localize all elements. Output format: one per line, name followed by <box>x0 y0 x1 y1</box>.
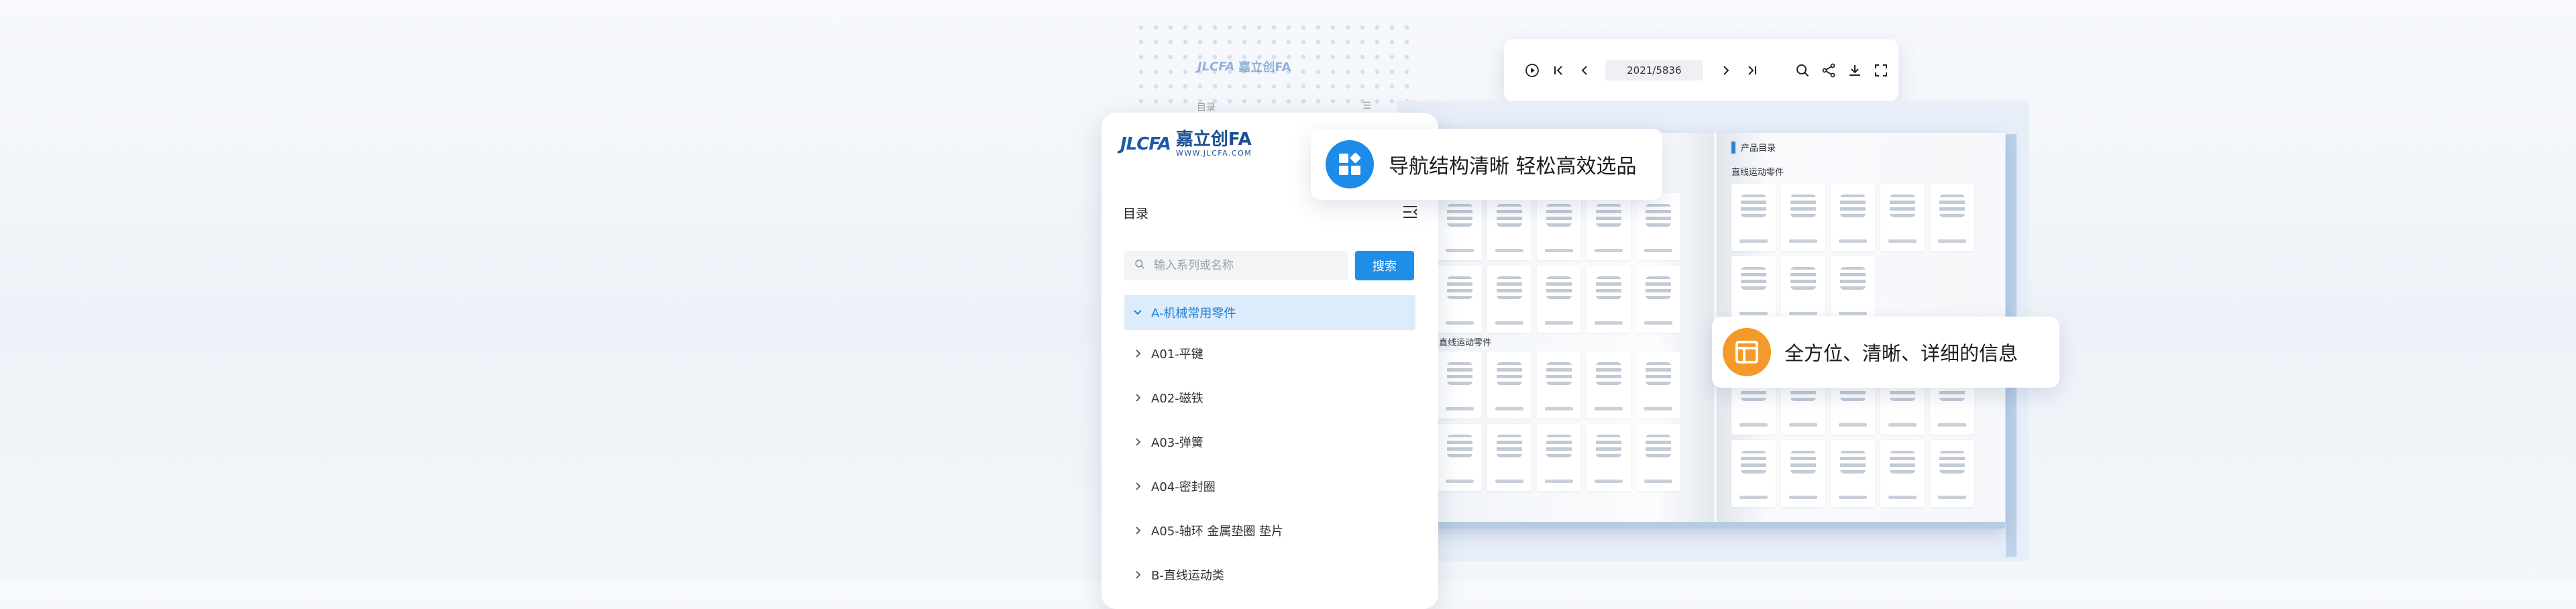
product-thumbnail <box>1487 424 1532 491</box>
product-thumbnail <box>1831 256 1875 323</box>
product-thumbnail <box>1731 184 1776 251</box>
product-thumbnail <box>1731 440 1776 507</box>
product-thumbnail <box>1587 266 1631 333</box>
search-icon <box>1134 258 1146 273</box>
product-thumbnail <box>1831 440 1875 507</box>
logo-url: WWW.JLCFA.COM <box>1175 149 1252 158</box>
navigation-feature-text: 导航结构清晰 轻松高效选品 <box>1389 155 1637 178</box>
product-thumbnail <box>1587 193 1631 260</box>
product-thumbnail <box>1537 193 1581 260</box>
toc-item-a04[interactable]: A04-密封圈 <box>1124 464 1415 508</box>
last-page-icon[interactable] <box>1744 61 1761 80</box>
play-icon[interactable] <box>1524 61 1541 80</box>
logo-mark: JLCFA <box>1120 133 1171 154</box>
product-thumbnail <box>1537 266 1581 333</box>
fullscreen-icon[interactable] <box>1872 61 1889 80</box>
product-thumbnail <box>1537 351 1581 419</box>
search-icon[interactable] <box>1794 61 1811 80</box>
product-thumbnail <box>1487 193 1532 260</box>
product-thumbnail <box>1537 424 1581 491</box>
right-page-product-grid-top <box>1731 184 1974 323</box>
product-thumbnail <box>1636 193 1680 260</box>
product-thumbnail <box>1487 266 1532 333</box>
product-thumbnail <box>1438 424 1482 491</box>
info-feature-text: 全方位、清晰、详细的信息 <box>1784 342 2019 365</box>
share-icon[interactable] <box>1820 61 1837 80</box>
toc-item-a02[interactable]: A02-磁铁 <box>1124 376 1415 420</box>
viewer-toolbar <box>1504 39 1898 102</box>
first-page-icon[interactable] <box>1550 61 1567 80</box>
chevron-down-icon <box>1132 307 1146 318</box>
toc-item-label: B-直线运动类 <box>1151 569 1224 583</box>
toc-item-a01[interactable]: A01-平键 <box>1124 331 1415 376</box>
layout-icon <box>1723 328 1771 376</box>
toc-item-label: A01-平键 <box>1151 347 1203 362</box>
toc-item-label: A05-轴环 金属垫圈 垫片 <box>1151 524 1284 539</box>
product-thumbnail <box>1831 184 1875 251</box>
product-thumbnail <box>1781 184 1825 251</box>
logo-name: 嘉立创FA <box>1175 129 1252 150</box>
background-logo: JLCFA 嘉立创FA <box>1197 58 1291 75</box>
toc-item-label: A03-弹簧 <box>1151 436 1203 450</box>
background-toc-header: 目录 ☰ <box>1197 101 1371 114</box>
toc-item-a05[interactable]: A05-轴环 金属垫圈 垫片 <box>1124 508 1415 553</box>
product-thumbnail <box>1636 424 1680 491</box>
chevron-right-icon <box>1132 348 1146 359</box>
product-thumbnail <box>1438 193 1482 260</box>
prev-page-icon[interactable] <box>1576 61 1593 80</box>
product-thumbnail <box>1781 440 1825 507</box>
background-collapse-icon: ☰ <box>1362 101 1371 111</box>
toc-item-label: A04-密封圈 <box>1151 480 1216 494</box>
modules-icon <box>1326 140 1374 188</box>
product-thumbnail <box>1487 351 1532 419</box>
background-toc-title: 目录 <box>1197 103 1216 113</box>
search-box <box>1124 251 1348 280</box>
right-page-product-grid-bottom <box>1731 368 1974 507</box>
toc-item-a-mechanical-parts[interactable]: A-机械常用零件 <box>1124 295 1415 330</box>
search-button[interactable]: 搜索 <box>1355 251 1414 280</box>
next-page-icon[interactable] <box>1718 61 1735 80</box>
chevron-right-icon <box>1132 481 1146 492</box>
product-thumbnail <box>1587 424 1631 491</box>
product-thumbnail <box>1781 256 1825 323</box>
collapse-menu-icon[interactable] <box>1402 205 1418 222</box>
chevron-right-icon <box>1132 569 1146 580</box>
product-thumbnail <box>1930 440 1974 507</box>
product-thumbnail <box>1880 184 1925 251</box>
toc-item-label: A02-磁铁 <box>1151 392 1203 406</box>
info-feature-callout: 全方位、清晰、详细的信息 <box>1712 317 2059 388</box>
left-section-label: 直线运动零件 <box>1439 338 1492 348</box>
chevron-right-icon <box>1132 525 1146 536</box>
page-number-input[interactable] <box>1605 60 1703 80</box>
product-thumbnail <box>1880 440 1925 507</box>
product-thumbnail <box>1438 351 1482 419</box>
toc-title: 目录 <box>1123 207 1149 221</box>
chevron-right-icon <box>1132 437 1146 447</box>
chevron-right-icon <box>1132 392 1146 403</box>
download-icon[interactable] <box>1846 61 1863 80</box>
left-page-product-grid-bottom <box>1438 351 1680 491</box>
product-thumbnail <box>1636 266 1680 333</box>
toc-menu: A-机械常用零件 A01-平键 A02-磁铁 A03-弹簧 A04-密封圈 A0… <box>1124 295 1415 597</box>
brand-logo[interactable]: JLCFA 嘉立创FA WWW.JLCFA.COM <box>1120 130 1252 158</box>
product-thumbnail <box>1930 184 1974 251</box>
toc-item-label: A-机械常用零件 <box>1151 307 1236 321</box>
toc-item-b-linear-motion[interactable]: B-直线运动类 <box>1124 553 1415 597</box>
background-logo-mark: JLCFA <box>1197 59 1235 74</box>
search-input[interactable] <box>1152 258 1336 273</box>
navigation-feature-callout: 导航结构清晰 轻松高效选品 <box>1311 129 1662 200</box>
toc-item-a03[interactable]: A03-弹簧 <box>1124 420 1415 464</box>
background-logo-name: 嘉立创FA <box>1238 60 1291 74</box>
product-thumbnail <box>1438 266 1482 333</box>
product-thumbnail <box>1731 256 1776 323</box>
right-page-heading: 产品目录 <box>1731 141 1776 154</box>
product-thumbnail <box>1636 351 1680 419</box>
left-page-product-grid-top <box>1438 193 1680 333</box>
logo-text: 嘉立创FA WWW.JLCFA.COM <box>1176 130 1252 158</box>
catalog-search: 搜索 <box>1124 251 1414 280</box>
product-thumbnail <box>1587 351 1631 419</box>
toc-header: 目录 <box>1123 204 1418 222</box>
right-section-label: 直线运动零件 <box>1731 168 1784 178</box>
